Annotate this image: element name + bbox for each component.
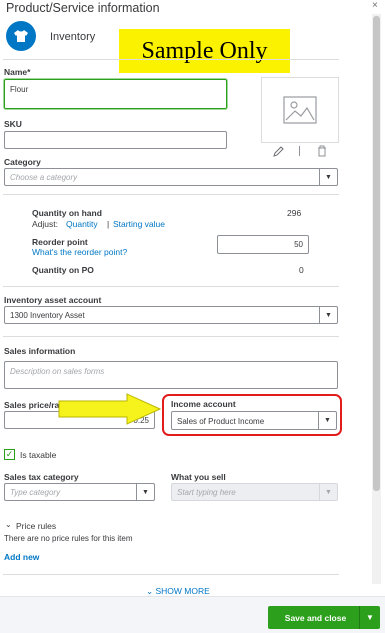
chevron-down-icon[interactable]: ▼ [360,613,380,622]
sales-info-label: Sales information [4,346,76,356]
price-rules-label[interactable]: Price rules [16,521,56,531]
add-price-rule-link[interactable]: Add new [4,552,39,562]
name-value: Flour [10,85,29,94]
what-you-sell-label: What you sell [171,472,226,482]
income-account-value: Sales of Product Income [177,417,265,426]
income-account-select[interactable]: Sales of Product Income ▼ [171,411,337,430]
taxable-label: Is taxable [20,450,57,460]
reorder-point-label: Reorder point [32,237,88,247]
divider [3,194,339,195]
reorder-point-help-link[interactable]: What's the reorder point? [32,247,127,257]
close-icon[interactable]: × [372,0,378,11]
dialog-title: Product/Service information [6,1,160,15]
save-and-close-button[interactable]: Save and close ▼ [268,606,380,629]
chevron-down-icon[interactable]: ▼ [136,484,154,500]
category-label: Category [4,157,41,167]
divider [3,59,339,60]
qty-on-hand-label: Quantity on hand [32,208,102,218]
qty-on-po-value: 0 [299,265,304,275]
sales-description-placeholder: Description on sales forms [10,367,105,376]
price-rules-empty-text: There are no price rules for this item [4,534,133,543]
sales-tax-category-select[interactable]: Type category ▼ [4,483,155,501]
chevron-down-icon[interactable]: ▼ [319,484,337,500]
arrow-annotation-icon [58,393,162,425]
image-icon [283,96,317,124]
divider [3,574,339,575]
divider [299,146,300,156]
adjust-prefix: Adjust: [32,219,58,229]
category-placeholder: Choose a category [10,173,78,182]
category-select[interactable]: Choose a category ▼ [4,168,338,186]
sales-tax-category-placeholder: Type category [10,488,61,497]
checkmark-icon: ✓ [5,449,14,459]
divider [3,286,339,287]
link-separator: | [107,219,110,229]
chevron-down-icon[interactable]: ▼ [318,412,336,429]
sku-label: SKU [4,119,22,129]
taxable-checkbox[interactable]: ✓ [4,449,15,460]
show-more-label: SHOW MORE [155,586,210,596]
item-type-button[interactable] [6,21,36,51]
scrollbar-thumb[interactable] [373,16,380,491]
divider [3,336,339,337]
sku-input[interactable] [4,131,227,149]
trash-icon[interactable] [317,145,327,157]
chevron-down-icon[interactable]: ▼ [319,169,337,185]
chevron-down-icon[interactable]: ▼ [319,307,337,323]
image-upload[interactable] [261,77,339,143]
save-and-close-label: Save and close [284,612,347,623]
qty-on-hand-value: 296 [287,208,302,218]
what-you-sell-select[interactable]: Start typing here ▼ [171,483,338,501]
inventory-asset-value: 1300 Inventory Asset [10,311,85,320]
item-type-label: Inventory [50,31,96,43]
reorder-point-input[interactable]: 50 [217,235,309,254]
inventory-asset-select[interactable]: 1300 Inventory Asset ▼ [4,306,338,324]
qty-on-po-label: Quantity on PO [32,265,94,275]
sku-value [5,132,226,136]
name-label: Name* [4,67,31,77]
pencil-icon[interactable] [273,146,284,157]
starting-value-link[interactable]: Starting value [113,219,165,229]
shirt-icon [14,30,28,42]
inventory-asset-label: Inventory asset account [4,295,102,305]
name-field[interactable]: Flour [4,79,227,109]
sales-description-textarea[interactable]: Description on sales forms [4,361,338,389]
what-you-sell-placeholder: Start typing here [177,488,236,497]
sample-only-banner: Sample Only [119,29,290,73]
adjust-quantity-link[interactable]: Quantity [66,219,98,229]
chevron-down-icon[interactable]: ⌄ [5,520,12,529]
income-account-label: Income account [171,399,236,409]
reorder-point-value: 50 [294,240,303,249]
sales-tax-category-label: Sales tax category [4,472,79,482]
